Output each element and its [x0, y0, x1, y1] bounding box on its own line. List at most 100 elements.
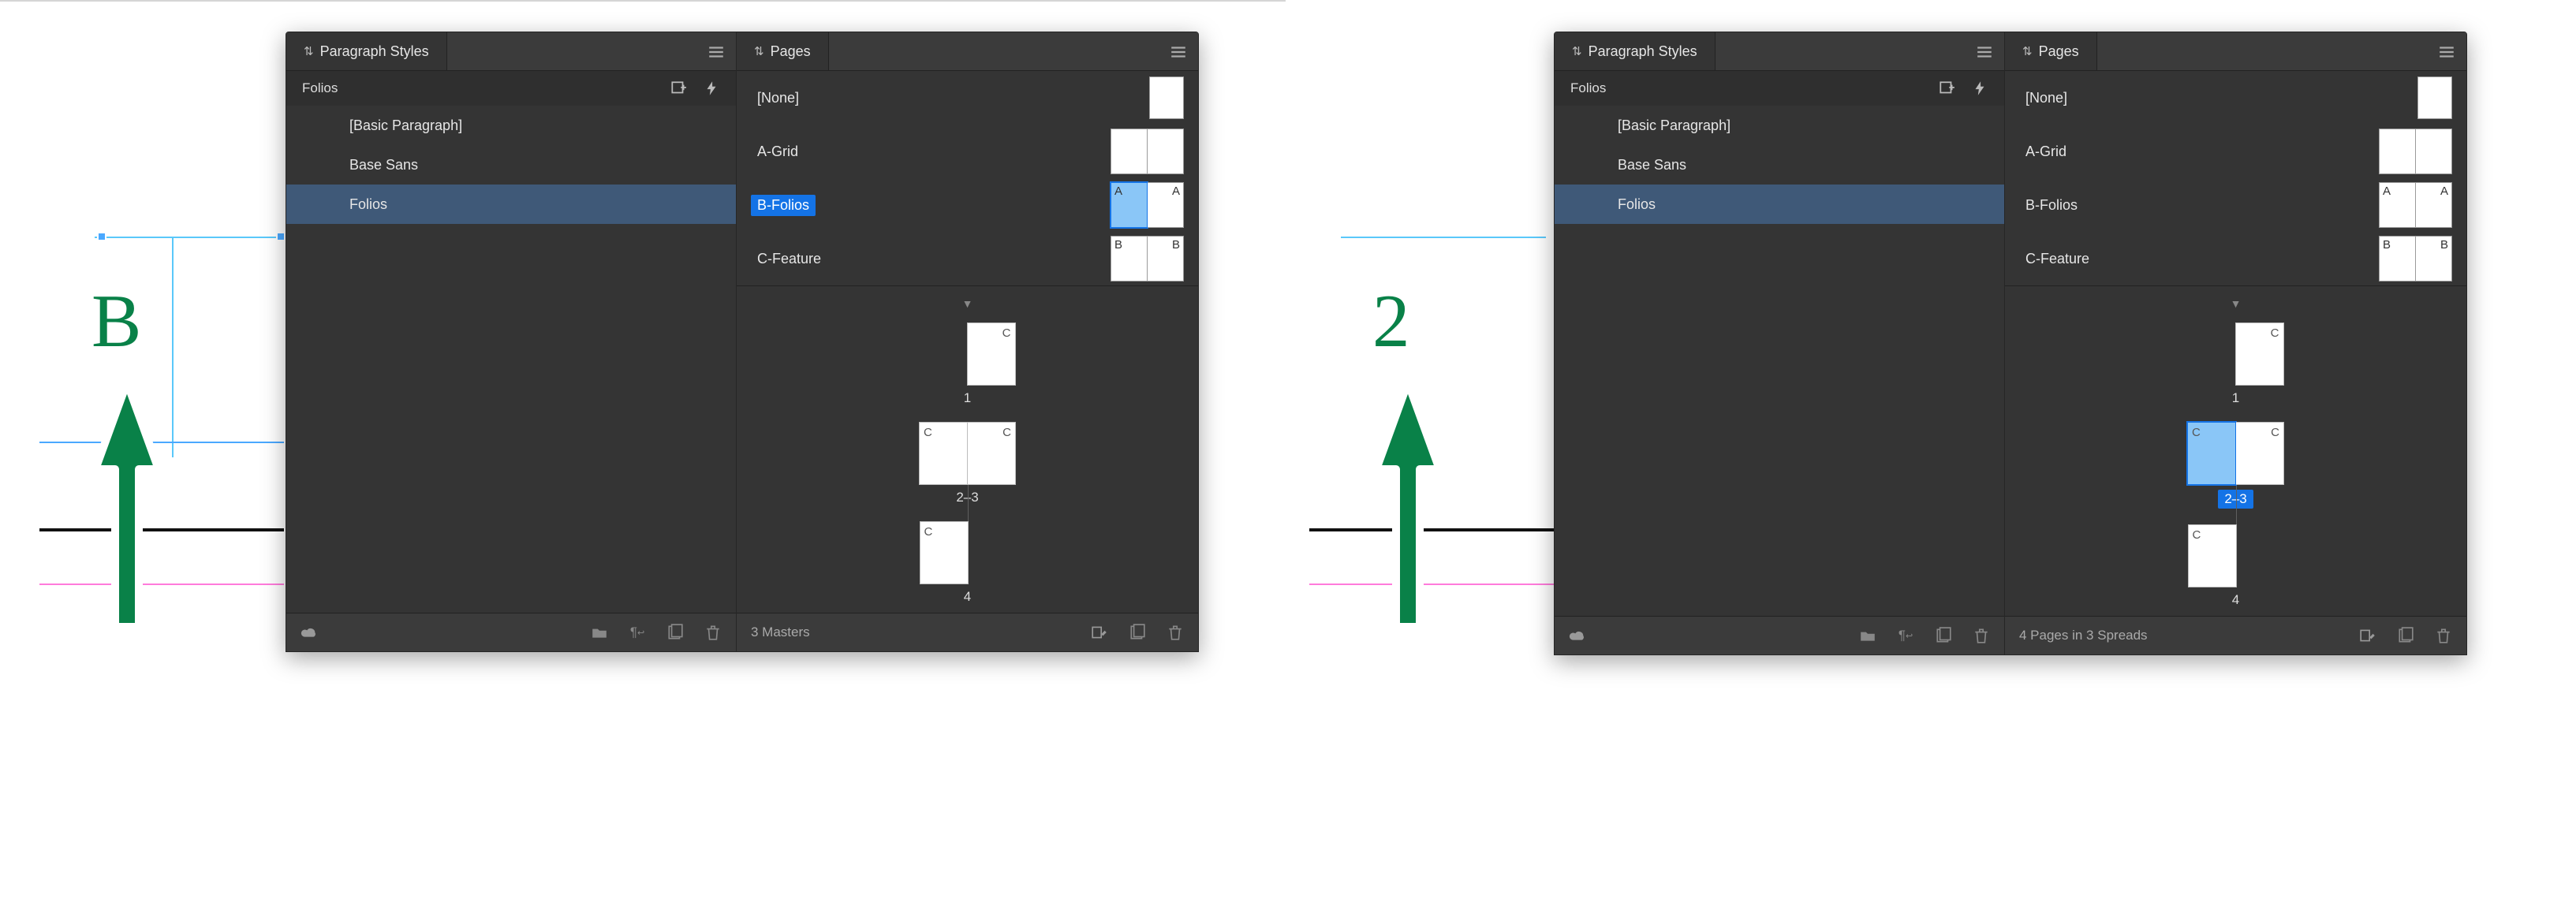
trash-icon[interactable] — [1973, 627, 1990, 644]
insert-marker-icon: ▼ — [962, 297, 973, 310]
document-pages-area: ▼ C1CC2–3C4 — [2005, 286, 2466, 616]
master-thumb[interactable]: AA — [2379, 182, 2452, 228]
master-thumb[interactable]: BB — [2379, 236, 2452, 282]
current-style-row: Folios — [1555, 71, 2004, 106]
tab-paragraph-styles[interactable]: ⇅ Paragraph Styles — [1555, 32, 1715, 70]
style-row[interactable]: Folios — [1555, 185, 2004, 224]
callout-marker-left: B — [91, 284, 162, 635]
page-thumb[interactable]: C — [2236, 422, 2284, 485]
current-style-name: Folios — [1570, 80, 1606, 96]
master-row[interactable]: [None] — [2005, 71, 2466, 125]
master-thumb[interactable]: BB — [1111, 236, 1184, 282]
page-thumb[interactable]: C — [2235, 323, 2284, 386]
master-thumb[interactable] — [2379, 129, 2452, 174]
spread-label: 4 — [2232, 592, 2239, 608]
page-thumb[interactable]: C — [920, 521, 969, 584]
new-style-icon[interactable] — [670, 80, 687, 97]
pages-panel: ⇅ Pages [None] A-GridB-FoliosAAC-FeatureB… — [737, 32, 1198, 651]
master-name: A-Grid — [2019, 141, 2073, 162]
master-thumb[interactable] — [2417, 76, 2452, 119]
spread-label: 1 — [964, 390, 971, 406]
style-group-icon[interactable] — [591, 624, 608, 641]
style-row[interactable]: Base Sans — [286, 145, 736, 185]
master-name: C-Feature — [2019, 248, 2096, 270]
pages-panel: ⇅ Pages [None] A-Grid B-Folios AA C-Feature B… — [2005, 32, 2466, 654]
new-page-icon[interactable] — [2397, 627, 2414, 644]
new-style-icon[interactable] — [1938, 80, 1955, 97]
panel-menu-icon[interactable] — [707, 43, 725, 63]
current-style-name: Folios — [302, 80, 338, 96]
selection-handle[interactable] — [276, 232, 286, 241]
tab-pages[interactable]: ⇅ Pages — [737, 32, 829, 70]
master-thumb[interactable]: AA — [1111, 182, 1184, 228]
panel-menu-icon[interactable] — [1170, 43, 1187, 63]
style-row[interactable]: [Basic Paragraph] — [1555, 106, 2004, 145]
spread[interactable]: C1 — [2188, 323, 2284, 406]
edit-page-size-icon[interactable] — [1091, 624, 1108, 641]
style-row[interactable]: Base Sans — [1555, 145, 2004, 185]
style-row[interactable]: [Basic Paragraph] — [286, 106, 736, 145]
doc-edge — [0, 0, 1286, 2]
trash-icon[interactable] — [2435, 627, 2452, 644]
tab-pages[interactable]: ⇅ Pages — [2005, 32, 2097, 70]
style-list: [Basic Paragraph]Base SansFolios — [286, 106, 736, 224]
master-row[interactable]: B-FoliosAA — [737, 178, 1198, 232]
paragraph-panel-footer: ¶↩ — [1555, 616, 2004, 654]
tab-paragraph-styles[interactable]: ⇅ Paragraph Styles — [286, 32, 447, 70]
trash-icon[interactable] — [1167, 624, 1184, 641]
page-thumb[interactable]: C — [2188, 524, 2237, 587]
quick-apply-icon[interactable] — [703, 80, 720, 97]
pages-status-text: 4 Pages in 3 Spreads — [2019, 628, 2148, 643]
master-thumb[interactable] — [1149, 76, 1184, 119]
spread[interactable]: C1 — [920, 323, 1016, 406]
new-page-icon[interactable] — [1129, 624, 1146, 641]
master-row[interactable]: [None] — [737, 71, 1198, 125]
page-thumb[interactable]: C — [967, 323, 1016, 386]
guide-cyan-h — [95, 237, 284, 238]
panel-tabbar: ⇅ Pages — [2005, 32, 2466, 71]
sort-icon: ⇅ — [754, 44, 764, 58]
pages-status-text: 3 Masters — [751, 625, 810, 640]
master-name: B-Folios — [2019, 195, 2084, 216]
cc-libraries-icon[interactable] — [1569, 627, 1586, 644]
page-thumb[interactable]: C — [2187, 422, 2236, 485]
style-row[interactable]: Folios — [286, 185, 736, 224]
paragraph-panel-footer: ¶↩ — [286, 613, 736, 651]
master-row[interactable]: C-FeatureBB — [737, 232, 1198, 285]
panel-cluster-right: × ‹‹ ‹‹ ⇅ Paragraph Styles Folios — [1554, 32, 2467, 655]
master-name: [None] — [751, 88, 805, 109]
master-thumb[interactable] — [1111, 129, 1184, 174]
page-thumb[interactable]: C — [968, 422, 1016, 485]
panel-menu-icon[interactable] — [2438, 43, 2455, 63]
master-row[interactable]: A-Grid — [737, 125, 1198, 178]
panel-menu-icon[interactable] — [1976, 43, 1993, 63]
new-style-footer-icon[interactable] — [666, 624, 684, 641]
master-list: [None] A-GridB-FoliosAAC-FeatureBB — [737, 71, 1198, 285]
spread[interactable]: C4 — [2188, 524, 2284, 608]
master-row[interactable]: C-Feature BB — [2005, 232, 2466, 285]
master-list: [None] A-Grid B-Folios AA C-Feature BB — [2005, 71, 2466, 285]
style-group-icon[interactable] — [1859, 627, 1876, 644]
trash-icon[interactable] — [704, 624, 722, 641]
current-style-row: Folios — [286, 71, 736, 106]
master-name: [None] — [2019, 88, 2074, 109]
master-row[interactable]: B-Folios AA — [2005, 178, 2466, 232]
arrow-up-icon — [1372, 375, 1443, 635]
page-thumb[interactable]: C — [919, 422, 968, 485]
quick-apply-icon[interactable] — [1971, 80, 1988, 97]
clear-overrides-icon[interactable]: ¶↩ — [1897, 627, 1914, 644]
selection-handle[interactable] — [97, 232, 106, 241]
master-row[interactable]: A-Grid — [2005, 125, 2466, 178]
guide-cyan-h — [1341, 237, 1546, 238]
spread[interactable]: C4 — [920, 521, 1016, 605]
sort-icon: ⇅ — [2022, 44, 2033, 58]
edit-page-size-icon[interactable] — [2359, 627, 2376, 644]
clear-overrides-icon[interactable]: ¶↩ — [629, 624, 646, 641]
panel-tabbar: ⇅ Paragraph Styles — [286, 32, 736, 71]
cc-libraries-icon[interactable] — [301, 624, 318, 641]
panel-cluster-left: × ‹‹ ‹‹ ⇅ Paragraph Styles Folios — [286, 32, 1199, 652]
new-style-footer-icon[interactable] — [1935, 627, 1952, 644]
panel-title: Pages — [2039, 43, 2079, 60]
pages-panel-footer: 4 Pages in 3 Spreads — [2005, 616, 2466, 654]
panel-title: Paragraph Styles — [320, 43, 429, 60]
